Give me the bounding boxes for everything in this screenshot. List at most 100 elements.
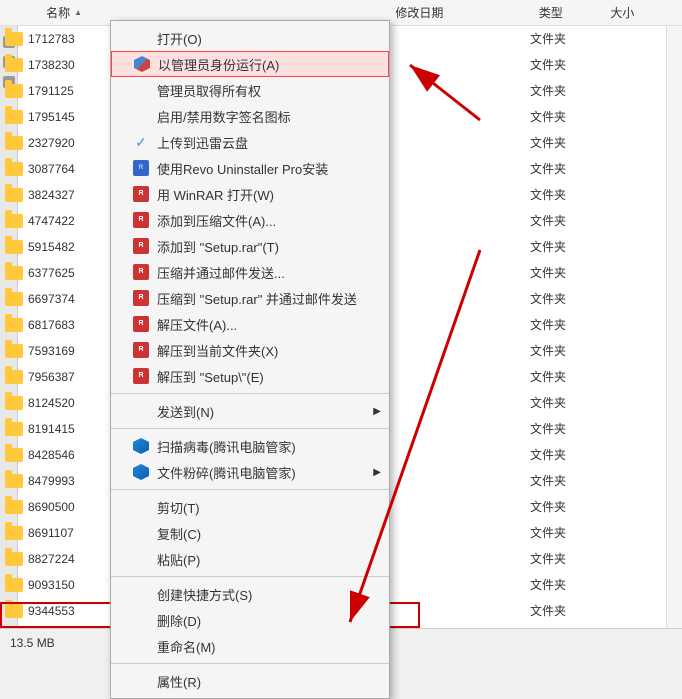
file-icon-container [4, 107, 24, 127]
menu-item-take-ownership[interactable]: 管理员取得所有权 [111, 77, 389, 103]
menu-item-winrar-open[interactable]: R用 WinRAR 打开(W) [111, 181, 389, 207]
menu-item-label: 解压到当前文件夹(X) [157, 341, 278, 360]
folder-icon [5, 110, 23, 124]
menu-item-extract-setup[interactable]: R解压到 "Setup\"(E) [111, 363, 389, 389]
menu-item-tencent-shred[interactable]: 文件粉碎(腾讯电脑管家)▶ [111, 459, 389, 485]
menu-item-compress-email[interactable]: R 压缩并通过邮件发送... [111, 259, 389, 285]
folder-icon [5, 448, 23, 462]
winrar-icon: R [133, 238, 149, 254]
col-size-header[interactable]: 大小 [610, 4, 682, 21]
file-type: 文件夹 [530, 238, 606, 255]
folder-icon [5, 32, 23, 46]
menu-icon [131, 436, 151, 456]
menu-item-label: 压缩并通过邮件发送... [157, 263, 285, 282]
menu-item-label: 创建快捷方式(S) [157, 585, 252, 604]
revo-icon: R [133, 160, 149, 176]
file-type: 文件夹 [530, 550, 606, 567]
menu-icon: R [131, 184, 151, 204]
folder-icon [5, 266, 23, 280]
winrar-icon: R [133, 264, 149, 280]
menu-item-properties[interactable]: 属性(R) [111, 668, 389, 694]
folder-icon [5, 526, 23, 540]
tencent-icon [133, 464, 149, 480]
file-type: 文件夹 [530, 56, 606, 73]
scrollbar[interactable] [666, 26, 682, 628]
status-text: 13.5 MB [10, 636, 55, 650]
file-type: 文件夹 [530, 290, 606, 307]
col-date-header[interactable]: 修改日期 [395, 4, 538, 21]
file-type: 文件夹 [530, 30, 606, 47]
menu-item-extract[interactable]: R解压文件(A)... [111, 311, 389, 337]
menu-item-digital-sig[interactable]: 启用/禁用数字签名图标 [111, 103, 389, 129]
file-icon-container [4, 549, 24, 569]
file-type: 文件夹 [530, 368, 606, 385]
menu-item-cut[interactable]: 剪切(T) [111, 494, 389, 520]
menu-item-add-archive[interactable]: R添加到压缩文件(A)... [111, 207, 389, 233]
menu-item-revo-install[interactable]: R使用Revo Uninstaller Pro安装 [111, 155, 389, 181]
folder-icon [5, 84, 23, 98]
menu-item-copy[interactable]: 复制(C) [111, 520, 389, 546]
file-icon-container [4, 237, 24, 257]
file-icon-container [4, 575, 24, 595]
file-icon-container [4, 133, 24, 153]
folder-icon [5, 188, 23, 202]
menu-icon [131, 671, 151, 691]
file-type: 文件夹 [530, 160, 606, 177]
menu-item-create-shortcut[interactable]: 创建快捷方式(S) [111, 581, 389, 607]
folder-icon [5, 136, 23, 150]
menu-item-label: 添加到 "Setup.rar"(T) [157, 237, 279, 256]
menu-item-rename[interactable]: 重命名(M) [111, 633, 389, 659]
menu-item-open[interactable]: 打开(O) [111, 25, 389, 51]
menu-item-label: 文件粉碎(腾讯电脑管家) [157, 463, 296, 482]
menu-separator [111, 663, 389, 664]
col-type-header[interactable]: 类型 [539, 4, 611, 21]
menu-item-paste[interactable]: 粘贴(P) [111, 546, 389, 572]
file-type: 文件夹 [530, 472, 606, 489]
menu-icon: ✓ [131, 132, 151, 152]
menu-item-run-admin[interactable]: 以管理员身份运行(A) [111, 51, 389, 77]
menu-item-label: 打开(O) [157, 29, 202, 48]
menu-item-add-setup-rar[interactable]: R 添加到 "Setup.rar"(T) [111, 233, 389, 259]
menu-separator [111, 393, 389, 394]
menu-item-label: 属性(R) [157, 672, 201, 691]
file-icon-container [4, 289, 24, 309]
menu-item-upload-cloud[interactable]: ✓上传到迅雷云盘 [111, 129, 389, 155]
menu-icon: R [131, 262, 151, 282]
menu-item-label: 扫描病毒(腾讯电脑管家) [157, 437, 296, 456]
file-icon-container [4, 523, 24, 543]
winrar-icon: R [133, 316, 149, 332]
file-type: 文件夹 [530, 108, 606, 125]
shield-icon [134, 56, 150, 72]
menu-item-send-to[interactable]: 发送到(N)▶ [111, 398, 389, 424]
file-type: 文件夹 [530, 576, 606, 593]
menu-icon [131, 523, 151, 543]
file-type: 文件夹 [530, 446, 606, 463]
file-icon-container [4, 445, 24, 465]
winrar-icon: R [133, 342, 149, 358]
check-icon: ✓ [135, 134, 147, 151]
col-name-header[interactable]: 名称 ▲ [16, 4, 395, 21]
context-menu[interactable]: 打开(O) 以管理员身份运行(A) 管理员取得所有权启用/禁用数字签名图标✓上传到迅… [110, 20, 390, 699]
file-icon-container [4, 393, 24, 413]
file-type: 文件夹 [530, 264, 606, 281]
menu-item-extract-here[interactable]: R 解压到当前文件夹(X) [111, 337, 389, 363]
submenu-arrow-icon: ▶ [373, 406, 381, 417]
menu-item-tencent-scan[interactable]: 扫描病毒(腾讯电脑管家) [111, 433, 389, 459]
menu-item-label: 管理员取得所有权 [157, 81, 261, 100]
menu-item-label: 压缩到 "Setup.rar" 并通过邮件发送 [157, 289, 357, 308]
file-type: 文件夹 [530, 602, 606, 619]
menu-item-label: 以管理员身份运行(A) [158, 55, 279, 74]
file-icon-container [4, 263, 24, 283]
menu-icon [131, 401, 151, 421]
winrar-icon: R [133, 290, 149, 306]
folder-icon [5, 578, 23, 592]
menu-item-compress-setup-email[interactable]: R 压缩到 "Setup.rar" 并通过邮件发送 [111, 285, 389, 311]
file-type: 文件夹 [530, 82, 606, 99]
folder-icon [5, 344, 23, 358]
file-type: 文件夹 [530, 134, 606, 151]
menu-item-delete[interactable]: 删除(D) [111, 607, 389, 633]
menu-icon [131, 462, 151, 482]
folder-icon [5, 396, 23, 410]
menu-separator [111, 428, 389, 429]
folder-icon [5, 58, 23, 72]
